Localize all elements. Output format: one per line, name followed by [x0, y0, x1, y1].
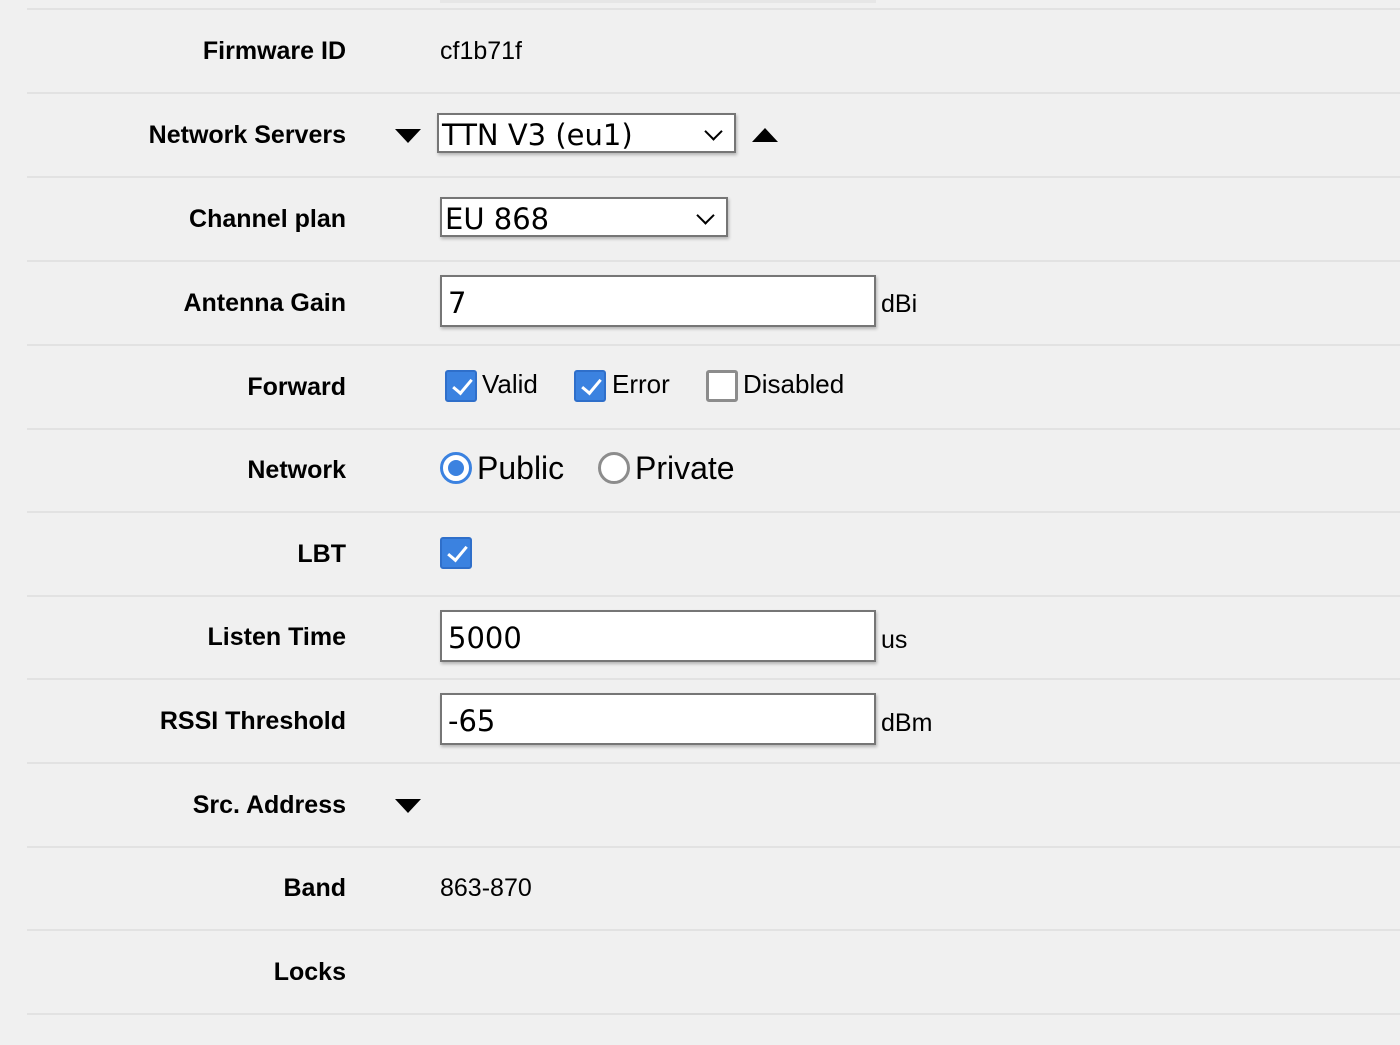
- antenna-gain-label: Antenna Gain: [183, 289, 346, 317]
- channel-plan-select[interactable]: EU 868: [440, 197, 728, 237]
- row-network-servers: Network Servers TTN V3 (eu1): [27, 94, 1400, 178]
- gateway-settings-form: Firmware ID cf1b71f Network Servers TTN …: [0, 0, 1400, 1045]
- network-servers-selected-value: TTN V3 (eu1): [442, 118, 633, 152]
- forward-disabled-checkbox[interactable]: [706, 370, 738, 402]
- row-rssi-threshold: RSSI Threshold -65 dBm: [27, 680, 1400, 764]
- channel-plan-label: Channel plan: [189, 205, 346, 233]
- row-channel-plan: Channel plan EU 868: [27, 178, 1400, 262]
- listen-time-unit: us: [881, 626, 908, 654]
- network-private-label: Private: [635, 450, 735, 486]
- forward-label: Forward: [247, 373, 346, 401]
- top-shadow: [440, 0, 876, 3]
- expand-network-servers-triangle-down-icon[interactable]: [395, 129, 421, 143]
- band-value: 863-870: [440, 874, 532, 902]
- firmware-id-label: Firmware ID: [202, 37, 346, 65]
- row-network: Network Public Private: [27, 429, 1400, 513]
- forward-error-label: Error: [612, 369, 670, 399]
- chevron-down-icon: [696, 206, 715, 225]
- rssi-threshold-input[interactable]: -65: [440, 693, 876, 745]
- locks-label: Locks: [273, 958, 346, 986]
- forward-valid-label: Valid: [482, 369, 538, 399]
- network-public-radio[interactable]: [440, 452, 472, 484]
- row-band: Band 863-870: [27, 847, 1400, 931]
- row-locks: Locks: [27, 931, 1400, 1015]
- row-forward: Forward Valid Error Disabled: [27, 346, 1400, 430]
- forward-valid-checkbox[interactable]: [445, 370, 477, 402]
- network-servers-select[interactable]: TTN V3 (eu1): [437, 113, 736, 153]
- antenna-gain-unit: dBi: [881, 290, 918, 318]
- rssi-threshold-unit: dBm: [881, 709, 933, 737]
- channel-plan-selected-value: EU 868: [445, 202, 550, 236]
- forward-error-checkbox[interactable]: [574, 370, 606, 402]
- row-lbt: LBT: [27, 513, 1400, 597]
- listen-time-label: Listen Time: [207, 623, 346, 651]
- row-antenna-gain: Antenna Gain 7 dBi: [27, 262, 1400, 346]
- network-servers-label: Network Servers: [148, 121, 346, 149]
- collapse-network-servers-triangle-up-icon[interactable]: [752, 128, 778, 142]
- expand-src-address-triangle-down-icon[interactable]: [395, 799, 421, 813]
- network-label: Network: [247, 456, 346, 484]
- antenna-gain-input[interactable]: 7: [440, 275, 876, 327]
- band-label: Band: [283, 874, 347, 902]
- chevron-down-icon: [704, 122, 723, 141]
- network-public-label: Public: [477, 450, 565, 486]
- lbt-label: LBT: [297, 540, 346, 568]
- src-address-label: Src. Address: [192, 791, 346, 819]
- network-private-radio[interactable]: [598, 452, 630, 484]
- firmware-id-value: cf1b71f: [440, 37, 523, 65]
- rssi-threshold-label: RSSI Threshold: [159, 707, 346, 735]
- row-src-address: Src. Address: [27, 764, 1400, 848]
- row-listen-time: Listen Time 5000 us: [27, 596, 1400, 680]
- lbt-checkbox[interactable]: [440, 537, 472, 569]
- listen-time-input[interactable]: 5000: [440, 610, 876, 662]
- row-firmware-id: Firmware ID cf1b71f: [27, 10, 1400, 94]
- forward-disabled-label: Disabled: [743, 369, 845, 399]
